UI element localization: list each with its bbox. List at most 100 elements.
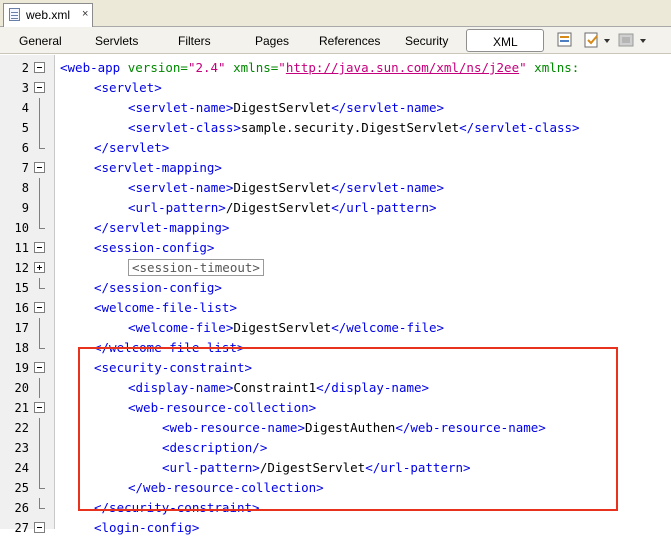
chevron-down-icon[interactable] — [604, 39, 610, 43]
code-token: </session-config> — [94, 280, 222, 295]
line-number: 19 — [14, 361, 29, 375]
fold-end-marker — [39, 488, 45, 489]
line-number: 17 — [14, 321, 29, 335]
code-token: </servlet-name> — [331, 100, 445, 115]
expand-fold-icon[interactable] — [34, 262, 45, 273]
code-token: DigestServlet — [233, 320, 332, 335]
code-token: </servlet> — [94, 140, 170, 155]
collapse-fold-icon[interactable] — [34, 242, 45, 253]
code-line[interactable]: 15 </session-config> — [0, 278, 671, 298]
code-line[interactable]: 26 </security-constraint> — [0, 498, 671, 518]
code-token: /DigestServlet — [225, 200, 332, 215]
validate-icon[interactable] — [556, 31, 574, 49]
collapse-fold-icon[interactable] — [34, 362, 45, 373]
code-token: version= — [120, 60, 188, 75]
line-number: 6 — [21, 141, 29, 155]
line-number: 26 — [14, 501, 29, 515]
collapsed-fold-placeholder[interactable]: <session-timeout> — [128, 259, 264, 276]
collapse-fold-icon[interactable] — [34, 62, 45, 73]
xml-editor[interactable]: 2 <web-app version="2.4" xmlns="http://ja… — [0, 55, 671, 535]
code-line[interactable]: 23 <description/> — [0, 438, 671, 458]
code-line[interactable]: 11 <session-config> — [0, 238, 671, 258]
collapse-fold-icon[interactable] — [34, 522, 45, 533]
code-line[interactable]: 25 </web-resource-collection> — [0, 478, 671, 498]
code-line[interactable]: 4 <servlet-name>DigestServlet</servlet-na… — [0, 98, 671, 118]
code-text: <servlet-name>DigestServlet</servlet-nam… — [128, 178, 444, 198]
code-line[interactable]: 20 <display-name>Constraint1</display-nam… — [0, 378, 671, 398]
code-token: xmlns= — [225, 60, 279, 75]
close-icon[interactable]: × — [82, 8, 88, 20]
code-token: <url-pattern> — [162, 460, 260, 475]
line-number: 21 — [14, 401, 29, 415]
code-line[interactable]: 6 </servlet> — [0, 138, 671, 158]
tab-pages[interactable]: Pages — [255, 34, 289, 48]
code-token: </web-resource-collection> — [128, 480, 324, 495]
code-token: DigestServlet — [233, 100, 332, 115]
code-line[interactable]: 10 </servlet-mapping> — [0, 218, 671, 238]
tab-servlets[interactable]: Servlets — [95, 34, 138, 48]
code-text: <servlet-class>sample.security.DigestSer… — [128, 118, 580, 138]
code-line[interactable]: 24 <url-pattern>/DigestServlet</url-patte… — [0, 458, 671, 478]
view-tab-bar: General Servlets Filters Pages Reference… — [0, 27, 671, 54]
file-tab-web-xml[interactable]: web.xml × — [3, 3, 93, 27]
code-token: "2.4" — [187, 60, 226, 75]
code-line[interactable]: 8 <servlet-name>DigestServlet</servlet-na… — [0, 178, 671, 198]
fold-end-marker — [39, 508, 45, 509]
fold-guide-line — [39, 378, 40, 398]
collapse-fold-icon[interactable] — [34, 302, 45, 313]
code-token: DigestServlet — [233, 180, 332, 195]
code-line[interactable]: 2 <web-app version="2.4" xmlns="http://ja… — [0, 58, 671, 78]
fold-guide-line — [39, 178, 40, 198]
collapse-fold-icon[interactable] — [34, 82, 45, 93]
collapse-fold-icon[interactable] — [34, 402, 45, 413]
code-text: <display-name>Constraint1</display-name> — [128, 378, 429, 398]
line-number: 23 — [14, 441, 29, 455]
editor-tab-strip: web.xml × — [0, 0, 671, 27]
code-line[interactable]: 18 </welcome-file-list> — [0, 338, 671, 358]
fold-guide-line — [39, 98, 40, 118]
tab-xml[interactable]: XML — [466, 29, 544, 52]
code-token: </web-resource-name> — [395, 420, 546, 435]
chevron-down-icon[interactable] — [640, 39, 646, 43]
code-token: </welcome-file> — [331, 320, 445, 335]
code-line[interactable]: 16 <welcome-file-list> — [0, 298, 671, 318]
code-token: <web-app — [60, 60, 121, 75]
tab-references[interactable]: References — [319, 34, 380, 48]
line-number: 9 — [21, 201, 29, 215]
code-token: <welcome-file-list> — [94, 300, 237, 315]
tab-filters[interactable]: Filters — [178, 34, 211, 48]
tab-general[interactable]: General — [19, 34, 62, 48]
code-token: <display-name> — [128, 380, 234, 395]
code-token: <session-config> — [94, 240, 215, 255]
code-line[interactable]: 12 <session-timeout> — [0, 258, 671, 278]
code-line[interactable]: 27 <login-config> — [0, 518, 671, 538]
code-line[interactable]: 19 <security-constraint> — [0, 358, 671, 378]
collapse-fold-icon[interactable] — [34, 162, 45, 173]
code-text: <description/> — [162, 438, 267, 458]
line-number: 12 — [14, 261, 29, 275]
line-number: 15 — [14, 281, 29, 295]
code-token: <security-constraint> — [94, 360, 253, 375]
check-xml-icon[interactable] — [583, 31, 601, 49]
code-line[interactable]: 3 <servlet> — [0, 78, 671, 98]
code-text: <welcome-file-list> — [94, 298, 237, 318]
code-line[interactable]: 22 <web-resource-name>DigestAuthen</web-r… — [0, 418, 671, 438]
code-line[interactable]: 7 <servlet-mapping> — [0, 158, 671, 178]
code-token: " — [519, 60, 527, 75]
code-line[interactable]: 5 <servlet-class>sample.security.DigestSe… — [0, 118, 671, 138]
fold-guide-line — [39, 458, 40, 478]
code-text: </security-constraint> — [94, 498, 260, 518]
code-line[interactable]: 17 <welcome-file>DigestServlet</welcome-f… — [0, 318, 671, 338]
code-token: <servlet-name> — [128, 100, 234, 115]
run-icon[interactable] — [617, 31, 635, 49]
code-token: <web-resource-name> — [162, 420, 305, 435]
code-token: /DigestServlet — [259, 460, 366, 475]
code-text: <security-constraint> — [94, 358, 252, 378]
code-token: xmlns: — [526, 60, 580, 75]
code-line[interactable]: 9 <url-pattern>/DigestServlet</url-patter… — [0, 198, 671, 218]
code-text: </web-resource-collection> — [128, 478, 324, 498]
tab-security[interactable]: Security — [405, 34, 448, 48]
code-token: </display-name> — [316, 380, 430, 395]
code-token: DigestAuthen — [305, 420, 396, 435]
code-line[interactable]: 21 <web-resource-collection> — [0, 398, 671, 418]
